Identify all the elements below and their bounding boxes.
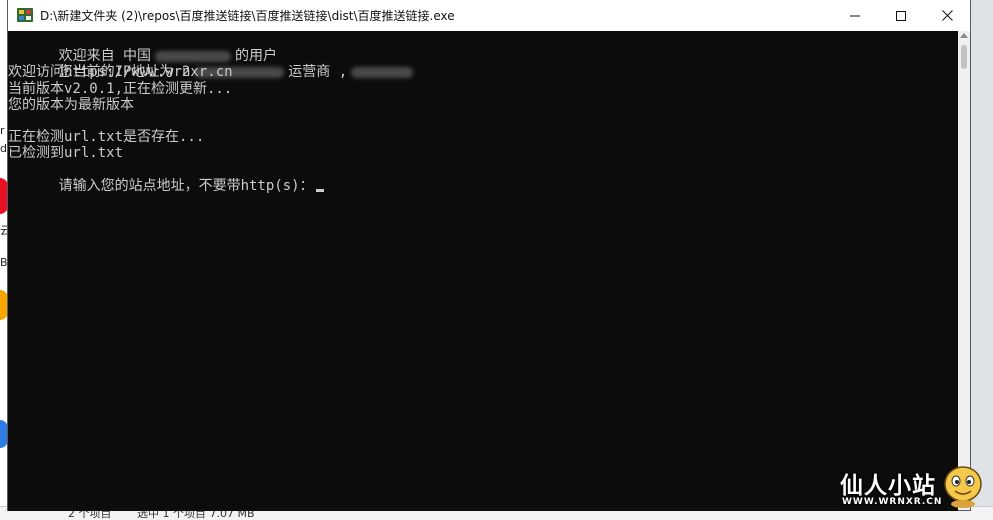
input-prompt: 请输入您的站点地址，不要带http(s)： bbox=[58, 177, 314, 194]
console-line: 欢迎访问https://www.wrnxr.cn bbox=[8, 64, 233, 81]
background-app-icon bbox=[0, 420, 8, 448]
background-text-fragment: B bbox=[0, 256, 8, 269]
console-line: 您当前的IP地址为 2 运营商 , bbox=[8, 48, 958, 80]
scroll-thumb[interactable] bbox=[961, 45, 967, 69]
console-output[interactable]: 欢迎来自 中国 的用户 您当前的IP地址为 2 运营商 , 欢迎访问https://… bbox=[8, 31, 958, 511]
close-icon bbox=[941, 10, 953, 21]
background-text-fragment: r bbox=[0, 124, 5, 137]
console-line: 当前版本v2.0.1,正在检测更新... bbox=[8, 80, 233, 97]
window-title: D:\新建文件夹 (2)\repos\百度推送链接\百度推送链接\dist\百度… bbox=[40, 9, 455, 23]
background-app-icon bbox=[0, 290, 8, 320]
minimize-button[interactable] bbox=[832, 0, 878, 31]
console-line: 您的版本为最新版本 bbox=[8, 96, 134, 113]
background-app-icon bbox=[0, 178, 8, 214]
background-text-fragment: 云 bbox=[0, 224, 11, 237]
background-text-fragment: d bbox=[0, 142, 7, 155]
console-line: 正在检测url.txt是否存在... bbox=[8, 129, 205, 146]
minimize-icon bbox=[850, 15, 860, 16]
vertical-scrollbar[interactable] bbox=[958, 31, 970, 510]
scroll-up-arrow-icon[interactable] bbox=[960, 33, 968, 38]
maximize-button[interactable] bbox=[878, 0, 924, 31]
app-icon bbox=[17, 8, 33, 22]
text-cursor bbox=[315, 188, 324, 192]
console-prompt-line[interactable]: 请输入您的站点地址，不要带http(s)： bbox=[8, 162, 958, 194]
maximize-icon bbox=[896, 10, 906, 21]
console-line: 已检测到url.txt bbox=[8, 145, 124, 162]
title-bar[interactable]: D:\新建文件夹 (2)\repos\百度推送链接\百度推送链接\dist\百度… bbox=[8, 0, 970, 32]
console-line: 欢迎来自 中国 的用户 bbox=[8, 32, 958, 64]
close-button[interactable] bbox=[924, 0, 970, 31]
console-window[interactable]: D:\新建文件夹 (2)\repos\百度推送链接\百度推送链接\dist\百度… bbox=[8, 0, 970, 511]
scroll-down-arrow-icon[interactable] bbox=[960, 501, 968, 506]
